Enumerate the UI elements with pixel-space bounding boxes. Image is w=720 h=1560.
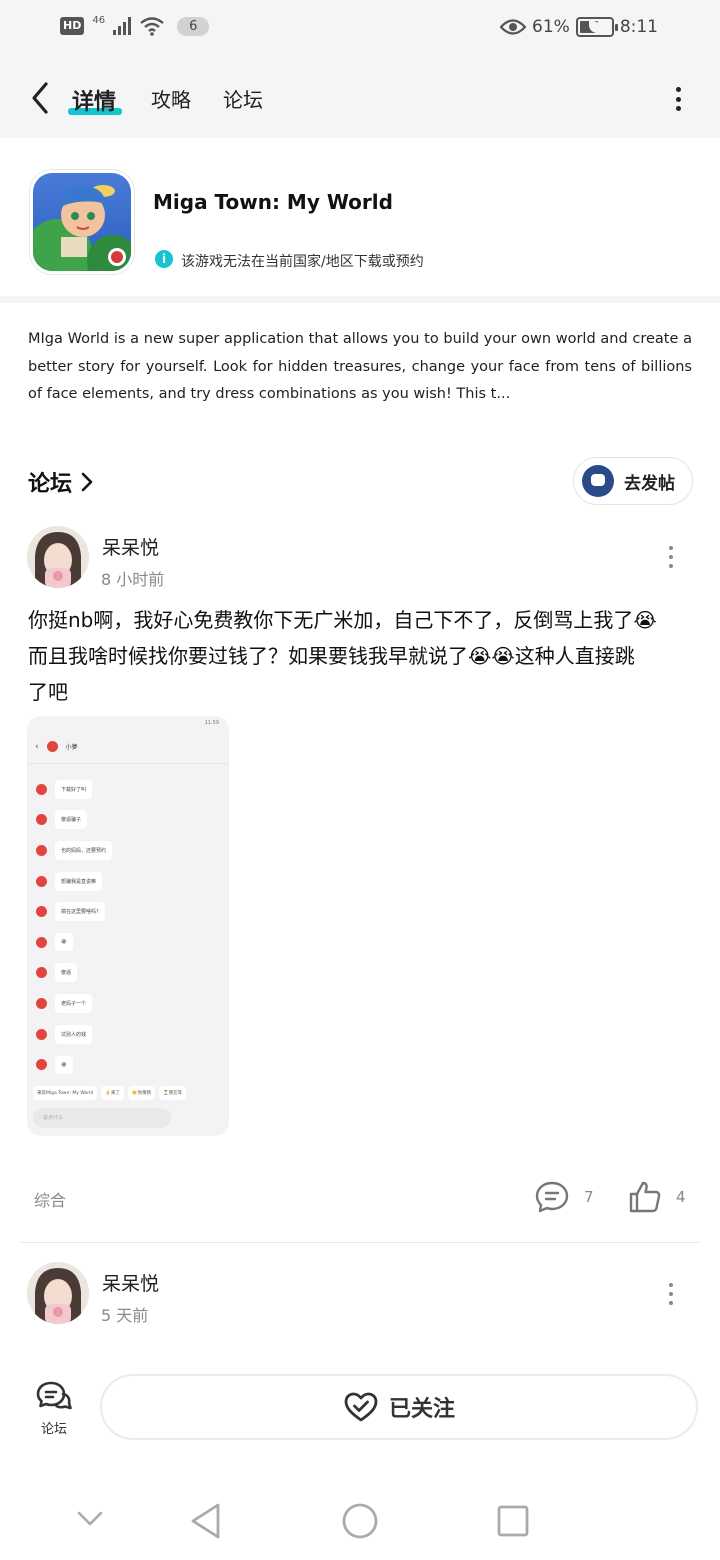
follow-button[interactable]: 已关注 (100, 1374, 698, 1440)
follow-label: 已关注 (388, 1397, 455, 1422)
author-avatar[interactable] (27, 526, 89, 588)
screenshot-contact-name: 小夢 (65, 744, 78, 751)
back-arrow-icon[interactable] (26, 80, 56, 116)
screenshot-message: 老妈子一个 (55, 993, 93, 1013)
screenshot-input: 说点什么 (33, 1107, 171, 1128)
availability-note: 该游戏无法在当前国家/地区下载或预约 (181, 254, 424, 270)
tab-details[interactable]: 详情 (72, 84, 116, 116)
post-author[interactable]: 呆呆悦 (102, 1269, 159, 1296)
author-avatar[interactable] (27, 1262, 89, 1324)
forum-section-title: 论坛 (28, 472, 73, 497)
comment-button[interactable]: 7 (534, 1180, 594, 1214)
section-divider (0, 296, 720, 303)
eye-icon (500, 19, 527, 35)
thumbs-up-icon (629, 1181, 661, 1213)
chat-bubbles-icon (36, 1381, 72, 1410)
screenshot-chip: 👌来了 (101, 1085, 124, 1100)
info-icon: i (155, 250, 173, 268)
app-description[interactable]: MIga World is a new super application th… (28, 326, 692, 409)
bottom-action-bar: 论坛 已关注 (0, 1356, 720, 1466)
screenshot-quick-replies: 来玩Miga Town: My World 👌来了 👏你猜猜 ⏳我在等 (27, 1080, 229, 1104)
screenshot-message: 😭 (55, 933, 73, 952)
comment-count: 7 (584, 1188, 594, 1206)
post-text-line: 了吧 (28, 680, 68, 704)
screenshot-chip: ⏳我在等 (158, 1085, 187, 1100)
screenshot-status-time: 11:59 (204, 720, 219, 726)
screenshot-message: 傻逼骗子 (55, 810, 88, 830)
forum-tab-label: 论坛 (40, 1422, 67, 1437)
more-options-icon[interactable] (666, 84, 690, 114)
screenshot-message: 😭 (55, 1055, 73, 1074)
post-category-tag[interactable]: 综合 (34, 1187, 66, 1211)
post-text-line: 而且我啥时候找你要过钱了？如果要钱我早就说了😭😭这种人直接跳 (28, 644, 635, 668)
app-info-card: Miga Town: My World i 该游戏无法在当前国家/地区下载或预约 (0, 138, 720, 298)
battery-icon (575, 17, 618, 37)
status-left: HD 46 6 (60, 14, 210, 36)
screenshot-message: 下载好了叫 (55, 779, 93, 799)
like-button[interactable]: 4 (628, 1180, 686, 1214)
forum-tab-button[interactable]: 论坛 (30, 1380, 78, 1437)
notification-count-badge: 6 (177, 16, 210, 36)
clock: 8:11 (619, 17, 658, 37)
system-navigation-bar (0, 1470, 720, 1560)
screenshot-message: 想骗我是直说嘛 (55, 871, 103, 891)
tab-guides[interactable]: 攻略 (151, 84, 191, 113)
status-right: 61% 8:11 (500, 17, 658, 37)
chevron-right-icon (81, 472, 93, 492)
screenshot-chat-header: ‹ 小夢 (27, 730, 229, 764)
screenshot-chip: 来玩Miga Town: My World (33, 1085, 98, 1100)
screenshot-message: 傻逼 (55, 963, 78, 983)
create-post-label: 去发帖 (624, 473, 675, 494)
post-body[interactable]: 你挺nb啊，我好心免费教你下无广米加，自己下不了，反倒骂上我了😭 而且我啥时候找… (28, 602, 694, 710)
post-time: 5 天前 (101, 1306, 149, 1325)
top-navigation: 详情 攻略 论坛 (0, 60, 720, 138)
status-bar: HD 46 6 61% 8:11 (0, 0, 720, 60)
signal-icon (113, 17, 132, 35)
app-name: Miga Town: My World (153, 190, 393, 214)
battery-percent: 61% (532, 17, 570, 37)
screenshot-message: 搞在这里要啥吗? (55, 902, 105, 922)
post-text-line: 你挺nb啊，我好心免费教你下无广米加，自己下不了，反倒骂上我了😭 (28, 608, 657, 632)
app-icon[interactable] (30, 170, 134, 274)
post-more-icon[interactable] (664, 546, 678, 568)
post-author[interactable]: 呆呆悦 (102, 533, 159, 560)
screenshot-message: 也的妈妈，还要预约 (55, 840, 113, 860)
heart-check-icon (344, 1392, 378, 1422)
wifi-icon (140, 17, 164, 36)
post-time: 8 小时前 (101, 570, 165, 589)
screenshot-chip: 👏你猜猜 (127, 1085, 155, 1100)
like-count: 4 (676, 1188, 686, 1206)
forum-section-link[interactable]: 论坛 (28, 466, 94, 498)
robot-avatar-icon (582, 465, 614, 497)
create-post-button[interactable]: 去发帖 (573, 457, 693, 505)
post-more-icon[interactable] (664, 1283, 678, 1305)
back-triangle-icon[interactable] (188, 1502, 224, 1540)
hide-keyboard-chevron-icon[interactable] (76, 1510, 104, 1528)
post-divider (20, 1242, 700, 1243)
recent-apps-square-icon[interactable] (496, 1504, 530, 1538)
home-circle-icon[interactable] (341, 1502, 379, 1540)
hd-indicator: HD (60, 17, 85, 35)
screenshot-message: 坑别人的钱 (55, 1024, 93, 1044)
tab-forum[interactable]: 论坛 (223, 84, 263, 113)
network-type: 46 (92, 14, 106, 26)
post-image[interactable]: 11:59 ‹ 小夢 下载好了叫 傻逼骗子 也的妈妈，还要预约 想骗我是直说嘛 … (27, 716, 229, 1136)
comment-icon (535, 1181, 569, 1213)
